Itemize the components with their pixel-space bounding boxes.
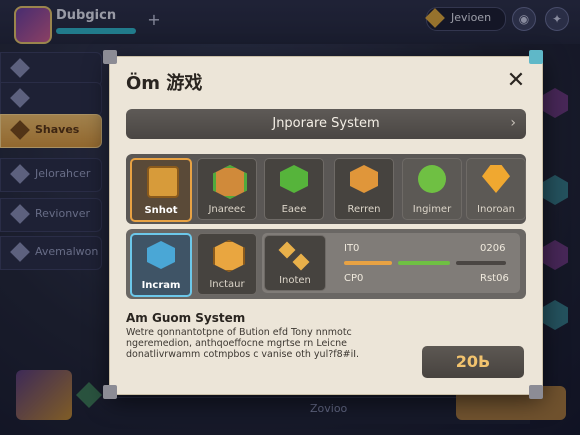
cube-icon: [278, 241, 296, 259]
item-slot-ingimer[interactable]: Ingimer: [402, 158, 462, 220]
blue-hex-icon: [147, 241, 175, 269]
description-title: Am Guom System: [126, 311, 246, 325]
corner-rivet: [103, 385, 117, 399]
gold-frame-icon: [147, 166, 179, 198]
system-header[interactable]: Jnporare System ›: [126, 109, 526, 139]
item-label: Inctaur: [209, 279, 245, 290]
item-label: Snhot: [144, 205, 178, 216]
item-slot-rerren[interactable]: Rerren: [334, 158, 394, 220]
item-slot-snhot[interactable]: Snhot: [130, 158, 192, 222]
green-gem-icon: [280, 165, 308, 193]
green-hex-icon: [213, 165, 247, 199]
stats-panel: Inoten IT0 0206 CP0 Rst06: [262, 233, 520, 293]
shop-modal: Öm 游戏 ✕ Jnporare System › Snhot Jnareec …: [109, 56, 543, 395]
item-slot-inoten[interactable]: Inoten: [264, 235, 326, 291]
corner-rivet: [103, 50, 117, 64]
item-slot-inoroan[interactable]: Inoroan: [466, 158, 526, 220]
stat-value-2: Rst06: [480, 273, 509, 284]
item-row-1: Snhot Jnareec Eaee Rerren Ingimer Inoroa…: [126, 154, 526, 224]
honeycomb-icon: [213, 240, 245, 272]
green-orb-icon: [418, 165, 446, 193]
item-label: Ingimer: [412, 204, 452, 215]
close-button[interactable]: ✕: [504, 69, 528, 93]
item-label: Rerren: [347, 204, 381, 215]
price-button[interactable]: 20Ь: [422, 346, 524, 378]
corner-rivet: [529, 50, 543, 64]
item-label: Inoroan: [477, 204, 515, 215]
item-label: Jnareec: [208, 204, 246, 215]
stat-bar-green: [398, 261, 450, 265]
item-row-2: Incram Inctaur Inoten IT0 0206 CP0 Rst06: [126, 229, 526, 299]
item-label: Inoten: [279, 275, 311, 286]
stat-bar-dark: [456, 261, 506, 265]
orange-hex-icon: [350, 165, 378, 193]
orange-gem-icon: [482, 165, 510, 193]
stat-label-1: IT0: [344, 243, 360, 254]
item-slot-eaee[interactable]: Eaee: [264, 158, 324, 220]
item-slot-incram[interactable]: Incram: [130, 233, 192, 297]
item-label: Incram: [141, 280, 181, 291]
item-slot-inctaur[interactable]: Inctaur: [197, 233, 257, 295]
modal-title: Öm 游戏: [126, 73, 203, 94]
stat-label-2: CP0: [344, 273, 364, 284]
description-text: Wetre qonnantotpne of Bution efd Tony nn…: [126, 327, 360, 360]
corner-rivet: [529, 385, 543, 399]
cube-icon: [292, 253, 310, 271]
item-slot-jnareec[interactable]: Jnareec: [197, 158, 257, 220]
stat-value-1: 0206: [480, 243, 506, 254]
stat-bar-orange: [344, 261, 392, 265]
item-label: Eaee: [281, 204, 307, 215]
chevron-right-icon: ›: [510, 115, 516, 131]
system-label: Jnporare System: [272, 116, 380, 131]
